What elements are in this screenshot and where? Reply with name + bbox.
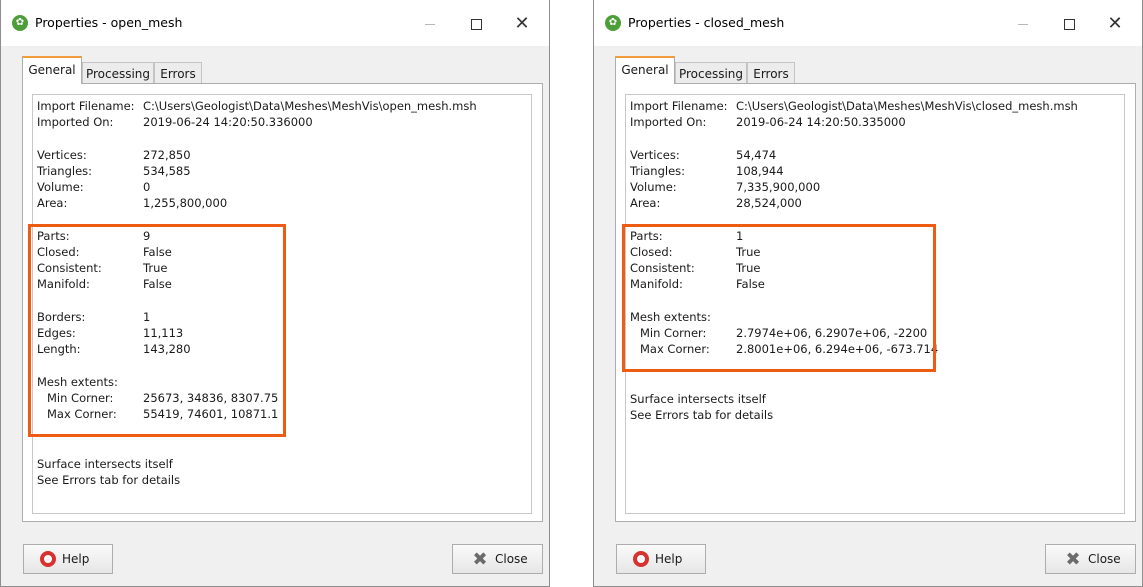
- app-logo-icon: ✿: [12, 15, 28, 31]
- maximize-icon: [470, 18, 482, 30]
- errors-tab-note: See Errors tab for details: [630, 408, 774, 422]
- help-label: Help: [655, 552, 683, 566]
- minimize-icon: [425, 23, 435, 25]
- title-bar[interactable]: ✿ Properties - open_mesh ✕: [1, 0, 549, 46]
- close-button[interactable]: ✖ Close: [1045, 544, 1136, 574]
- close-x-icon: ✖: [472, 548, 488, 570]
- intersect-note: Surface intersects itself: [630, 392, 766, 406]
- value: 2019-06-24 14:20:50.336000: [143, 115, 313, 129]
- close-icon: ✕: [1107, 13, 1123, 34]
- value: 108,944: [736, 164, 784, 178]
- value: C:\Users\Geologist\Data\Meshes\MeshVis\o…: [143, 99, 477, 113]
- label: Volume:: [37, 180, 84, 194]
- tab-processing[interactable]: Processing: [675, 62, 747, 84]
- label: Triangles:: [37, 164, 93, 178]
- highlight-box: [622, 224, 936, 372]
- label: Area:: [37, 196, 68, 210]
- help-button[interactable]: Help: [23, 544, 113, 574]
- maximize-button[interactable]: [1046, 9, 1092, 39]
- value: 54,474: [736, 148, 777, 162]
- value: 2019-06-24 14:20:50.335000: [736, 115, 906, 129]
- label: Triangles:: [630, 164, 686, 178]
- minimize-icon: [1018, 23, 1028, 25]
- close-label: Close: [1088, 552, 1121, 566]
- window-close-button[interactable]: ✕: [499, 9, 545, 39]
- maximize-icon: [1063, 18, 1075, 30]
- errors-tab-note: See Errors tab for details: [37, 473, 181, 487]
- label: Volume:: [630, 180, 677, 194]
- value: 272,850: [143, 148, 191, 162]
- tab-general[interactable]: General: [615, 56, 675, 84]
- close-button[interactable]: ✖ Close: [452, 544, 543, 574]
- close-x-icon: ✖: [1065, 548, 1081, 570]
- close-icon: ✕: [514, 13, 530, 34]
- value: 0: [143, 180, 151, 194]
- properties-window-closed-mesh: ✿ Properties - closed_mesh ✕ General Pro…: [593, 0, 1143, 587]
- label: Imported On:: [630, 115, 707, 129]
- value: 1,255,800,000: [143, 196, 228, 210]
- title-bar[interactable]: ✿ Properties - closed_mesh ✕: [594, 0, 1142, 46]
- label: Area:: [630, 196, 661, 210]
- properties-window-open-mesh: ✿ Properties - open_mesh ✕ General Proce…: [0, 0, 550, 587]
- tab-errors[interactable]: Errors: [747, 62, 795, 84]
- minimize-button[interactable]: [1000, 9, 1046, 39]
- lifebuoy-icon: [40, 551, 56, 567]
- close-label: Close: [495, 552, 528, 566]
- label: Vertices:: [37, 148, 87, 162]
- app-logo-icon: ✿: [605, 15, 621, 31]
- label: Vertices:: [630, 148, 680, 162]
- value: 28,524,000: [736, 196, 802, 210]
- minimize-button[interactable]: [407, 9, 453, 39]
- intersect-note: Surface intersects itself: [37, 457, 173, 471]
- lifebuoy-icon: [633, 551, 649, 567]
- label: Import Filename:: [37, 99, 135, 113]
- window-title: Properties - closed_mesh: [628, 15, 785, 30]
- highlight-box: [28, 224, 286, 437]
- window-title: Properties - open_mesh: [35, 15, 183, 30]
- tab-errors[interactable]: Errors: [154, 62, 202, 84]
- help-button[interactable]: Help: [616, 544, 706, 574]
- tab-processing[interactable]: Processing: [82, 62, 154, 84]
- value: 7,335,900,000: [736, 180, 821, 194]
- help-label: Help: [62, 552, 90, 566]
- label: Imported On:: [37, 115, 114, 129]
- maximize-button[interactable]: [453, 9, 499, 39]
- window-close-button[interactable]: ✕: [1092, 9, 1138, 39]
- value: 534,585: [143, 164, 191, 178]
- tab-general[interactable]: General: [22, 56, 82, 84]
- value: C:\Users\Geologist\Data\Meshes\MeshVis\c…: [736, 99, 1078, 113]
- label: Import Filename:: [630, 99, 728, 113]
